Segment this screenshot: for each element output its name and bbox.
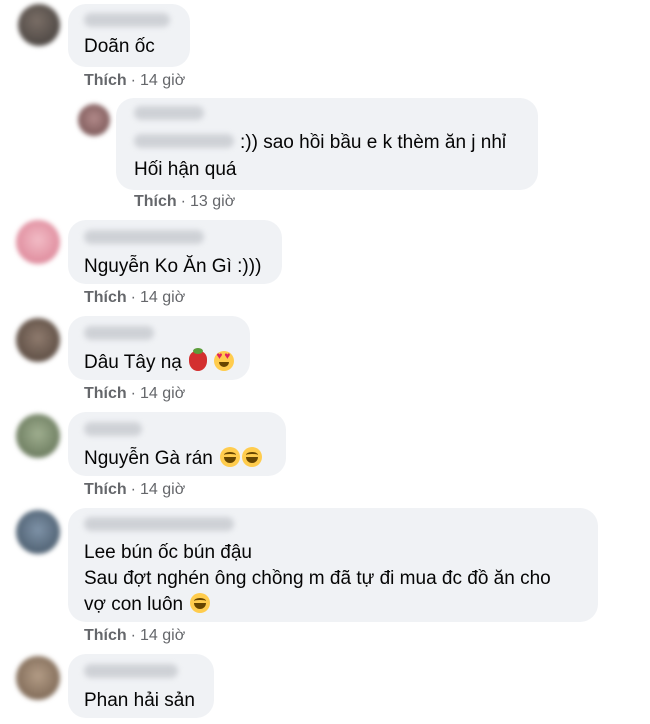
avatar[interactable] xyxy=(16,510,60,554)
comment-author-name[interactable] xyxy=(84,422,142,436)
like-link[interactable]: Thích xyxy=(84,385,127,402)
like-link[interactable]: Thích xyxy=(134,193,177,210)
comment-timestamp[interactable]: 14 giờ xyxy=(140,72,185,89)
comment-text: Nguyễn Gà rán xyxy=(84,446,263,471)
like-link[interactable]: Thích xyxy=(84,289,127,306)
like-link[interactable]: Thích xyxy=(84,627,127,644)
comment-actions: Thích · 14 giờ xyxy=(84,72,186,89)
comment-text: Hối hận quá xyxy=(134,159,237,180)
avatar[interactable] xyxy=(18,4,60,46)
comment-author-name[interactable] xyxy=(84,517,234,531)
avatar[interactable] xyxy=(16,220,60,264)
like-link[interactable]: Thích xyxy=(84,481,127,498)
tears-of-joy-emoji-icon xyxy=(190,593,211,613)
avatar[interactable] xyxy=(16,414,60,458)
comment-author-name[interactable] xyxy=(84,664,178,678)
avatar[interactable] xyxy=(16,318,60,362)
comment-actions: Thích · 14 giờ xyxy=(84,627,186,644)
comment-actions: Thích · 14 giờ xyxy=(84,481,186,498)
rolling-laughing-emoji-icon xyxy=(220,447,241,467)
comment-timestamp[interactable]: 13 giờ xyxy=(190,193,235,210)
comment-actions: Thích · 13 giờ xyxy=(134,193,236,210)
comment-text: vợ con luôn xyxy=(84,592,211,617)
comment-timestamp[interactable]: 14 giờ xyxy=(140,289,185,306)
comment-text: :)) sao hồi bầu e k thèm ăn j nhỉ xyxy=(240,132,507,153)
comment-text: Nguyễn Ko Ăn Gì :))) xyxy=(84,256,262,277)
comment-author-name[interactable] xyxy=(84,13,170,27)
comment-text: Doãn ốc xyxy=(84,36,155,57)
comment-timestamp[interactable]: 14 giờ xyxy=(140,385,185,402)
comment-timestamp[interactable]: 14 giờ xyxy=(140,481,185,498)
comment-author-name[interactable] xyxy=(84,230,204,244)
comment-actions: Thích · 14 giờ xyxy=(84,385,186,402)
avatar[interactable] xyxy=(16,656,60,700)
comment-author-name[interactable] xyxy=(134,106,204,120)
heart-eyes-emoji-icon xyxy=(214,351,235,371)
comment-text: Sau đợt nghén ông chồng m đã tự đi mua đ… xyxy=(84,568,551,589)
mention-tag[interactable] xyxy=(134,134,234,148)
like-link[interactable]: Thích xyxy=(84,72,127,89)
comment-text: Lee bún ốc bún đậu xyxy=(84,542,252,563)
avatar[interactable] xyxy=(78,104,110,136)
comment-text: Dâu Tây nạ xyxy=(84,348,235,375)
strawberry-icon xyxy=(189,348,208,371)
comment-text: Phan hải sản xyxy=(84,690,195,711)
comment-author-name[interactable] xyxy=(84,326,154,340)
rolling-laughing-emoji-icon xyxy=(242,447,263,467)
comment-actions: Thích · 14 giờ xyxy=(84,289,186,306)
comment-timestamp[interactable]: 14 giờ xyxy=(140,627,185,644)
